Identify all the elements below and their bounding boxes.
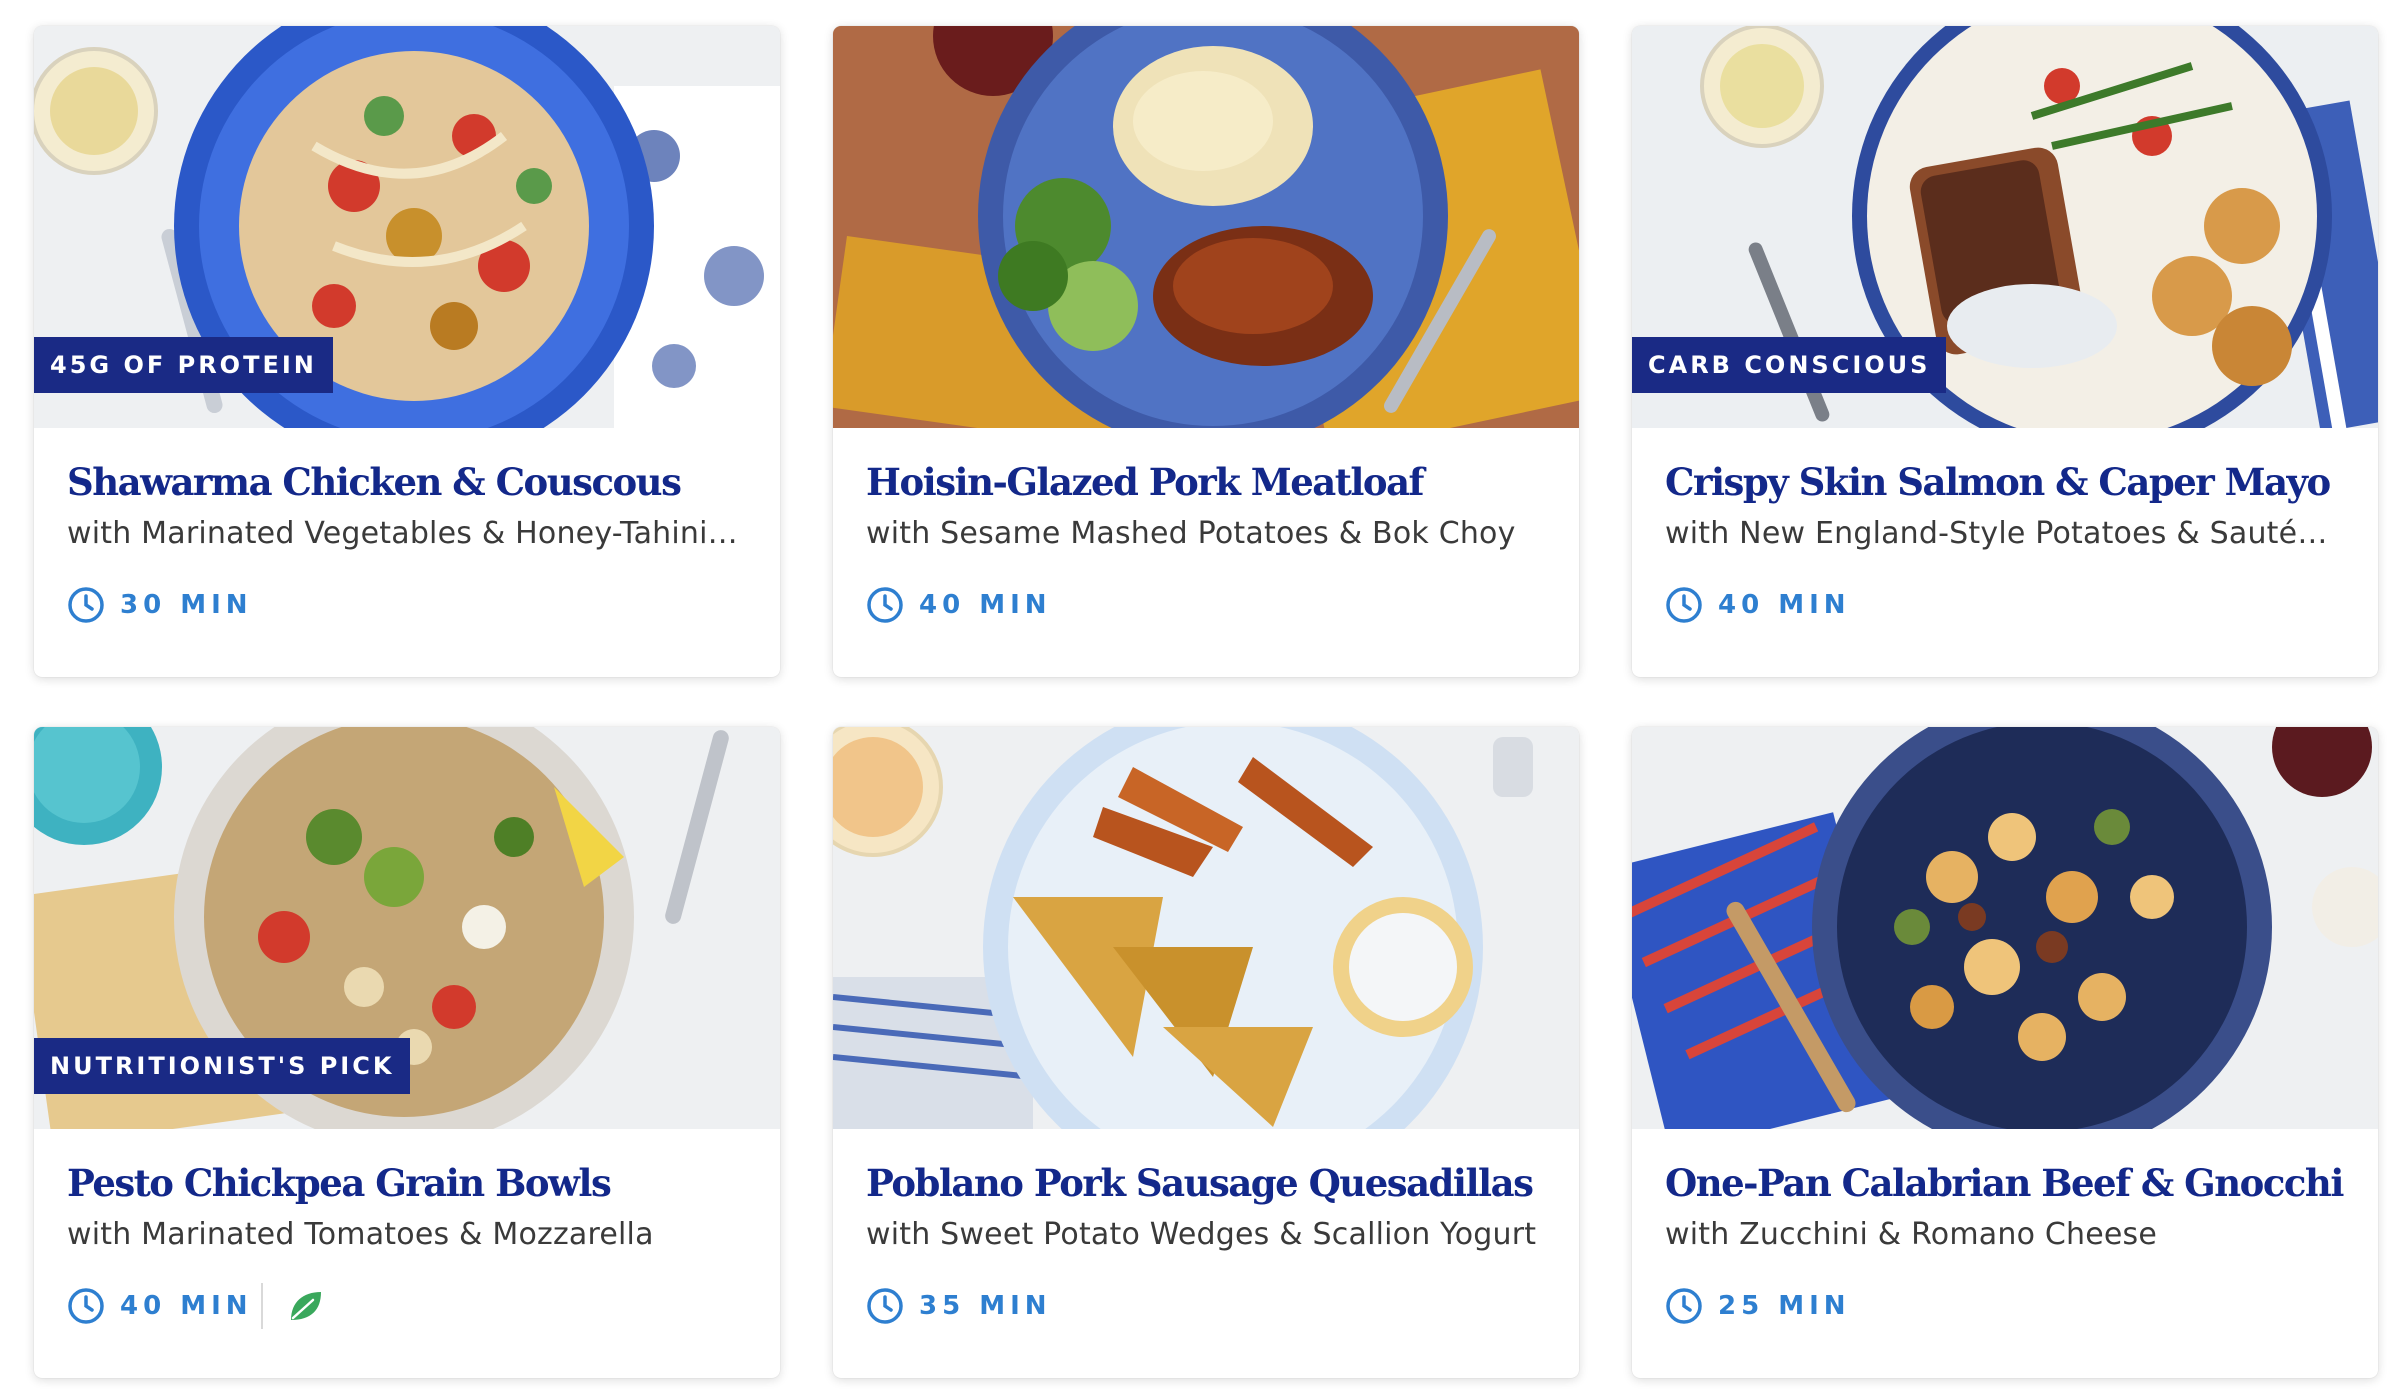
- recipe-photo[interactable]: NUTRITIONIST'S PICK: [34, 727, 780, 1129]
- recipe-tag: NUTRITIONIST'S PICK: [34, 1038, 411, 1094]
- recipe-photo[interactable]: [833, 26, 1579, 428]
- recipe-title[interactable]: One-Pan Calabrian Beef & Gnocchi: [1665, 1159, 2345, 1207]
- recipe-title[interactable]: Pesto Chickpea Grain Bowls: [67, 1159, 747, 1207]
- recipe-info: Hoisin-Glazed Pork Meatloaf with Sesame …: [833, 428, 1579, 677]
- recipe-info: Poblano Pork Sausage Quesadillas with Sw…: [833, 1129, 1579, 1378]
- clock-icon: [68, 587, 104, 623]
- cook-time: 35 MIN: [919, 1291, 1052, 1321]
- cook-time: 40 MIN: [120, 1291, 253, 1321]
- recipe-info: Crispy Skin Salmon & Caper Mayo with New…: [1632, 428, 2378, 677]
- cook-time: 25 MIN: [1718, 1291, 1851, 1321]
- clock-icon: [68, 1288, 104, 1324]
- recipe-title[interactable]: Poblano Pork Sausage Quesadillas: [866, 1159, 1546, 1207]
- clock-icon: [867, 1288, 903, 1324]
- recipe-meta: 40 MIN: [866, 583, 1052, 627]
- recipe-card[interactable]: Hoisin-Glazed Pork Meatloaf with Sesame …: [833, 26, 1579, 677]
- cook-time: 30 MIN: [120, 590, 253, 620]
- recipe-meta: 25 MIN: [1665, 1284, 1851, 1328]
- recipe-subtitle: with Marinated Tomatoes & Mozzarella: [67, 1217, 654, 1252]
- recipe-photo[interactable]: 45G OF PROTEIN: [34, 26, 780, 428]
- vegetarian-leaf-icon: [290, 1292, 321, 1320]
- recipe-subtitle: with Marinated Vegetables & Honey-Tahini…: [67, 516, 747, 551]
- recipe-grid: 45G OF PROTEIN Shawarma Chicken & Cousco…: [0, 0, 2404, 1396]
- recipe-subtitle: with Sesame Mashed Potatoes & Bok Choy: [866, 516, 1516, 551]
- recipe-meta: 40 MIN: [67, 1283, 325, 1329]
- recipe-subtitle: with Zucchini & Romano Cheese: [1665, 1217, 2158, 1252]
- recipe-photo[interactable]: CARB CONSCIOUS: [1632, 26, 2378, 428]
- clock-icon: [1666, 587, 1702, 623]
- recipe-title[interactable]: Hoisin-Glazed Pork Meatloaf: [866, 458, 1546, 506]
- recipe-info: One-Pan Calabrian Beef & Gnocchi with Zu…: [1632, 1129, 2378, 1378]
- recipe-card[interactable]: CARB CONSCIOUS Crispy Skin Salmon & Cape…: [1632, 26, 2378, 677]
- clock-icon: [867, 587, 903, 623]
- cook-time: 40 MIN: [919, 590, 1052, 620]
- recipe-card[interactable]: 45G OF PROTEIN Shawarma Chicken & Cousco…: [34, 26, 780, 677]
- recipe-tag: CARB CONSCIOUS: [1632, 337, 1947, 393]
- recipe-meta: 40 MIN: [1665, 583, 1851, 627]
- recipe-photo-illustration: [1632, 727, 2378, 1129]
- recipe-tag: 45G OF PROTEIN: [34, 337, 333, 393]
- recipe-subtitle: with New England-Style Potatoes & Sautée…: [1665, 516, 2345, 551]
- meta-divider: [260, 1283, 263, 1329]
- recipe-meta: 35 MIN: [866, 1284, 1052, 1328]
- cook-time: 40 MIN: [1718, 590, 1851, 620]
- recipe-photo-illustration: [833, 727, 1579, 1129]
- recipe-card[interactable]: Poblano Pork Sausage Quesadillas with Sw…: [833, 727, 1579, 1378]
- recipe-card[interactable]: One-Pan Calabrian Beef & Gnocchi with Zu…: [1632, 727, 2378, 1378]
- recipe-title[interactable]: Shawarma Chicken & Couscous: [67, 458, 747, 506]
- recipe-photo[interactable]: [833, 727, 1579, 1129]
- recipe-meta: 30 MIN: [67, 583, 253, 627]
- recipe-photo[interactable]: [1632, 727, 2378, 1129]
- recipe-info: Shawarma Chicken & Couscous with Marinat…: [34, 428, 780, 677]
- recipe-card[interactable]: NUTRITIONIST'S PICK Pesto Chickpea Grain…: [34, 727, 780, 1378]
- clock-icon: [1666, 1288, 1702, 1324]
- recipe-title[interactable]: Crispy Skin Salmon & Caper Mayo: [1665, 458, 2345, 506]
- recipe-info: Pesto Chickpea Grain Bowls with Marinate…: [34, 1129, 780, 1378]
- recipe-photo-illustration: [833, 26, 1579, 428]
- recipe-subtitle: with Sweet Potato Wedges & Scallion Yogu…: [866, 1217, 1537, 1252]
